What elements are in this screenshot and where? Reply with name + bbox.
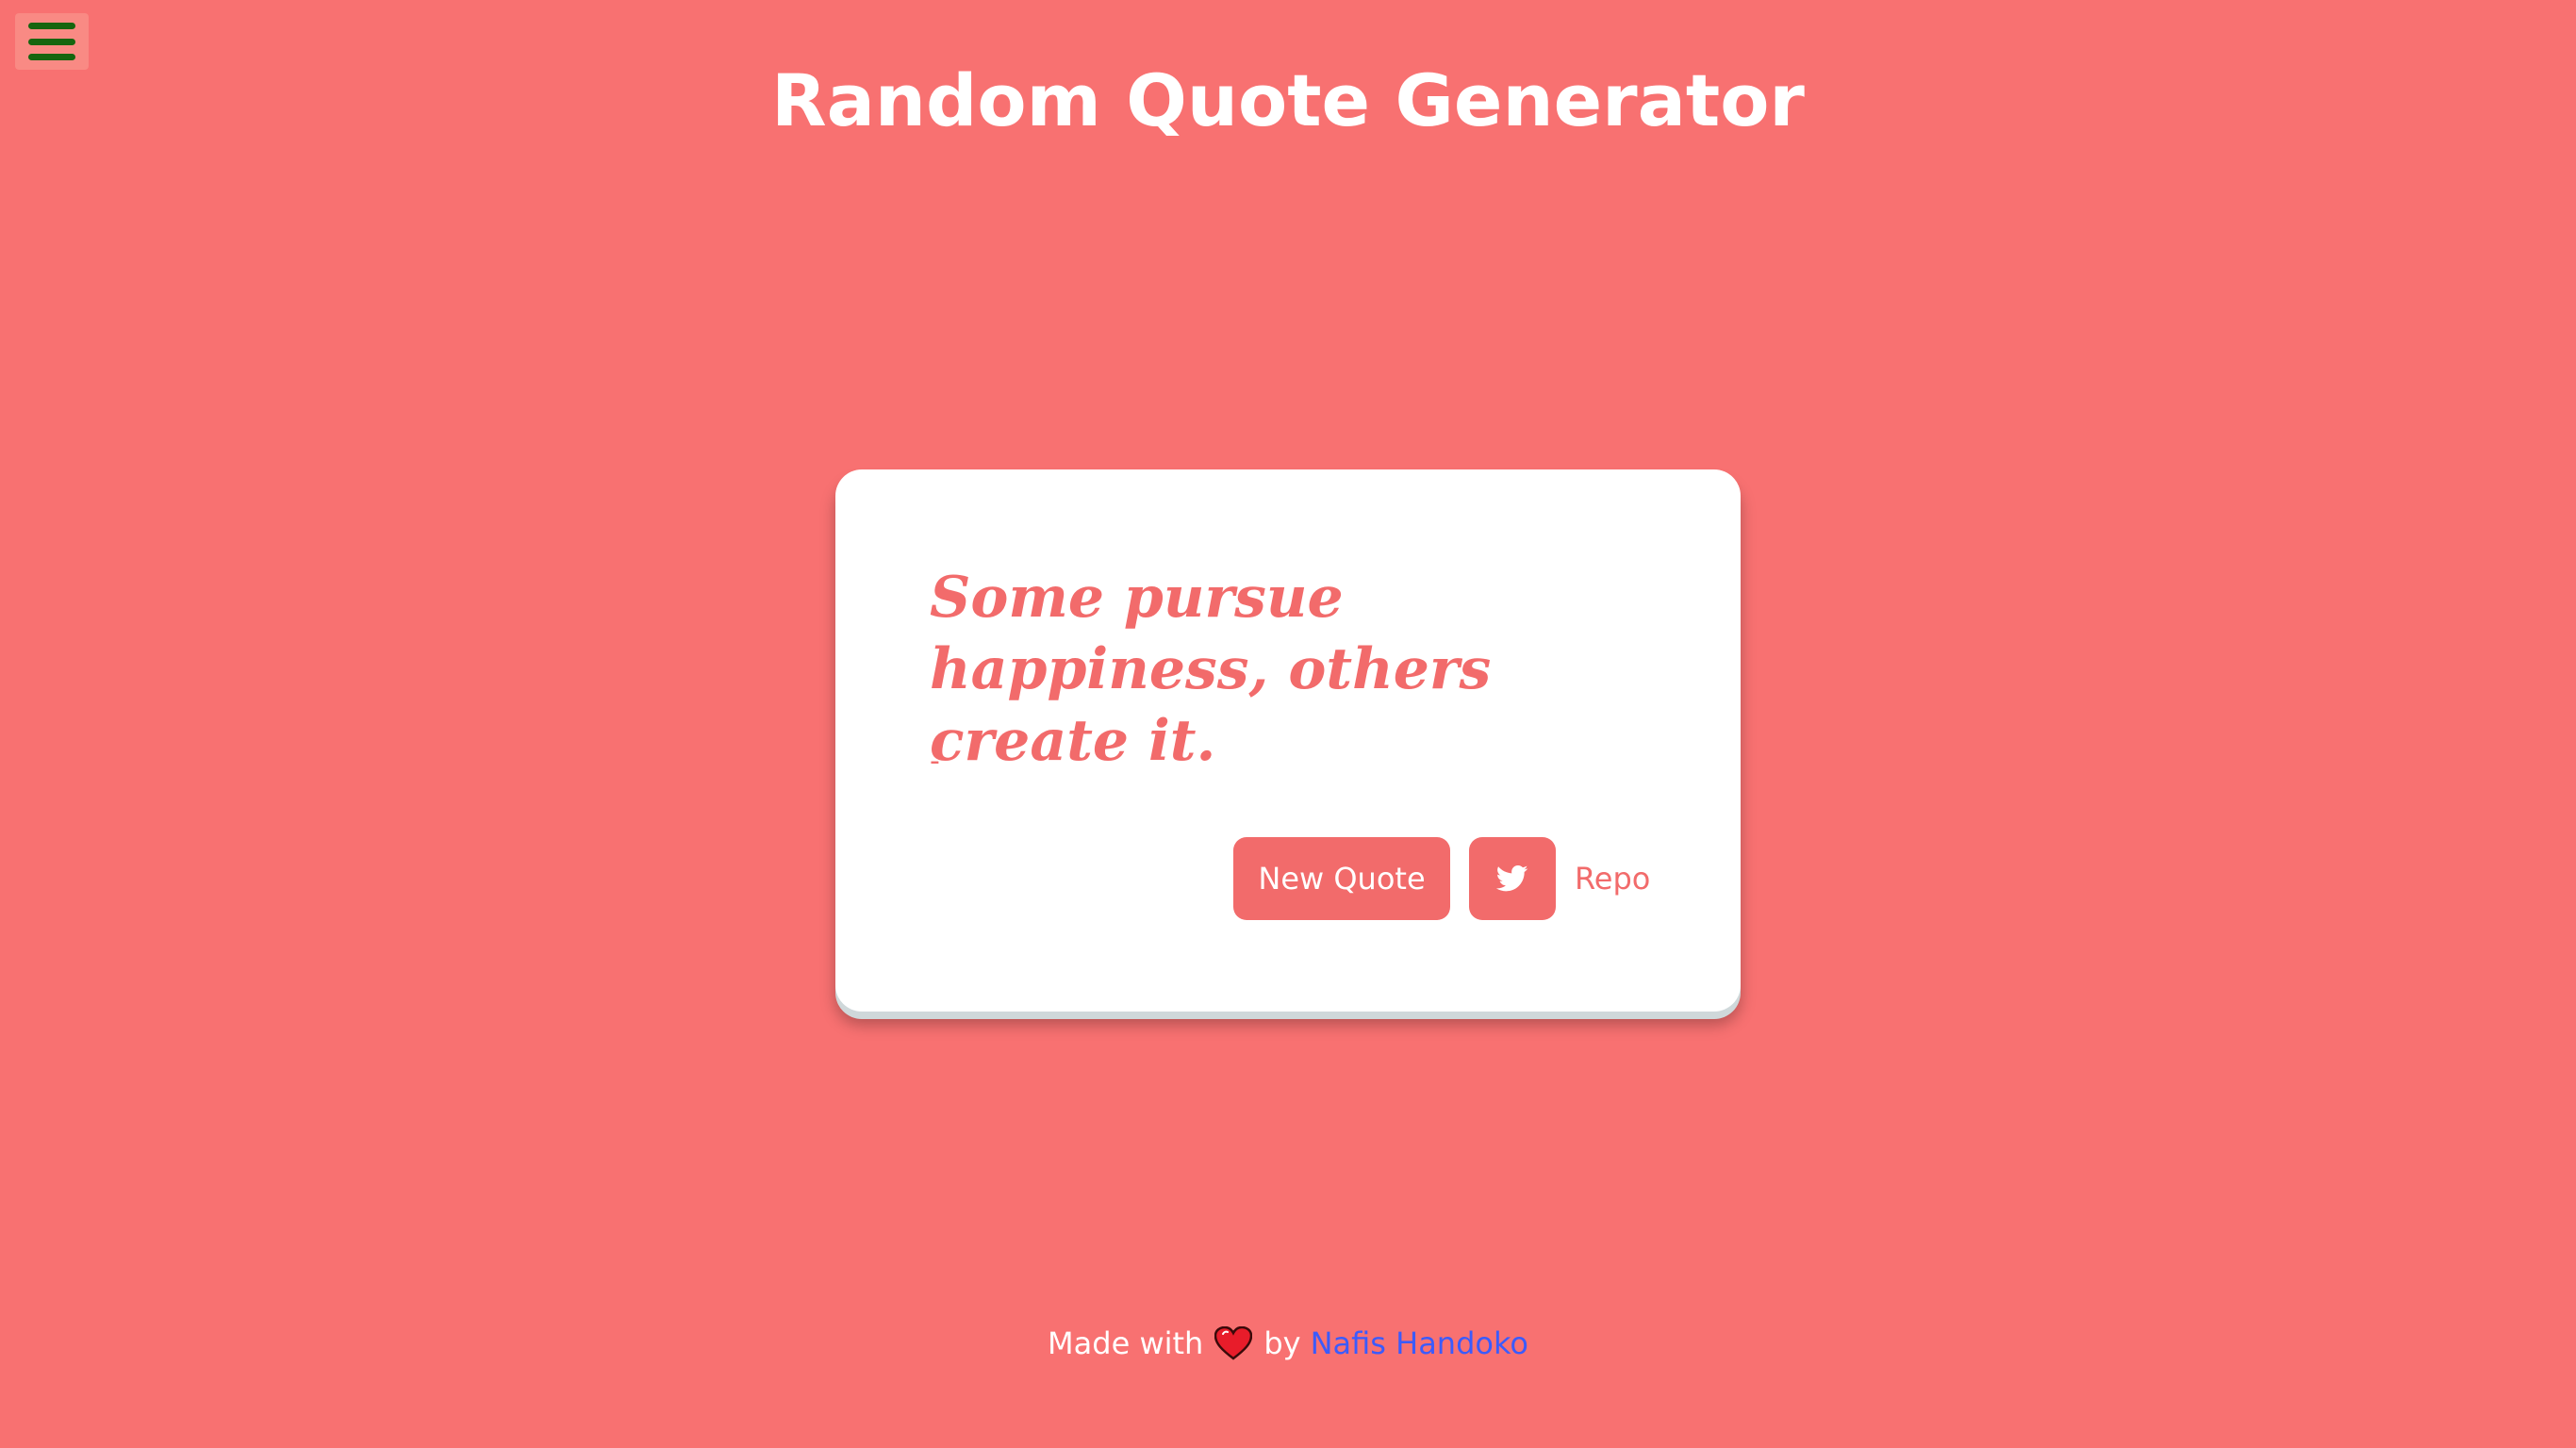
menu-bar	[28, 23, 75, 29]
menu-bar	[28, 38, 75, 45]
footer-made-with: Made with	[1048, 1325, 1204, 1361]
tweet-quote-button[interactable]	[1469, 837, 1556, 920]
heart-icon	[1214, 1326, 1253, 1360]
author-link[interactable]: Nafis Handoko	[1311, 1320, 1528, 1367]
quote-author: -	[930, 745, 940, 778]
repo-link[interactable]: Repo	[1575, 861, 1650, 897]
quote-card: Some pursue happiness, others create it.…	[835, 469, 1741, 1012]
new-quote-button[interactable]: New Quote	[1233, 837, 1450, 920]
quote-actions: New Quote Repo	[1233, 837, 1650, 920]
quote-text: Some pursue happiness, others create it.	[930, 565, 1492, 774]
footer: Made with by Nafis Handoko	[0, 1320, 2576, 1367]
page-title: Random Quote Generator	[771, 58, 1805, 142]
footer-by: by	[1263, 1325, 1301, 1361]
twitter-icon	[1496, 864, 1528, 892]
